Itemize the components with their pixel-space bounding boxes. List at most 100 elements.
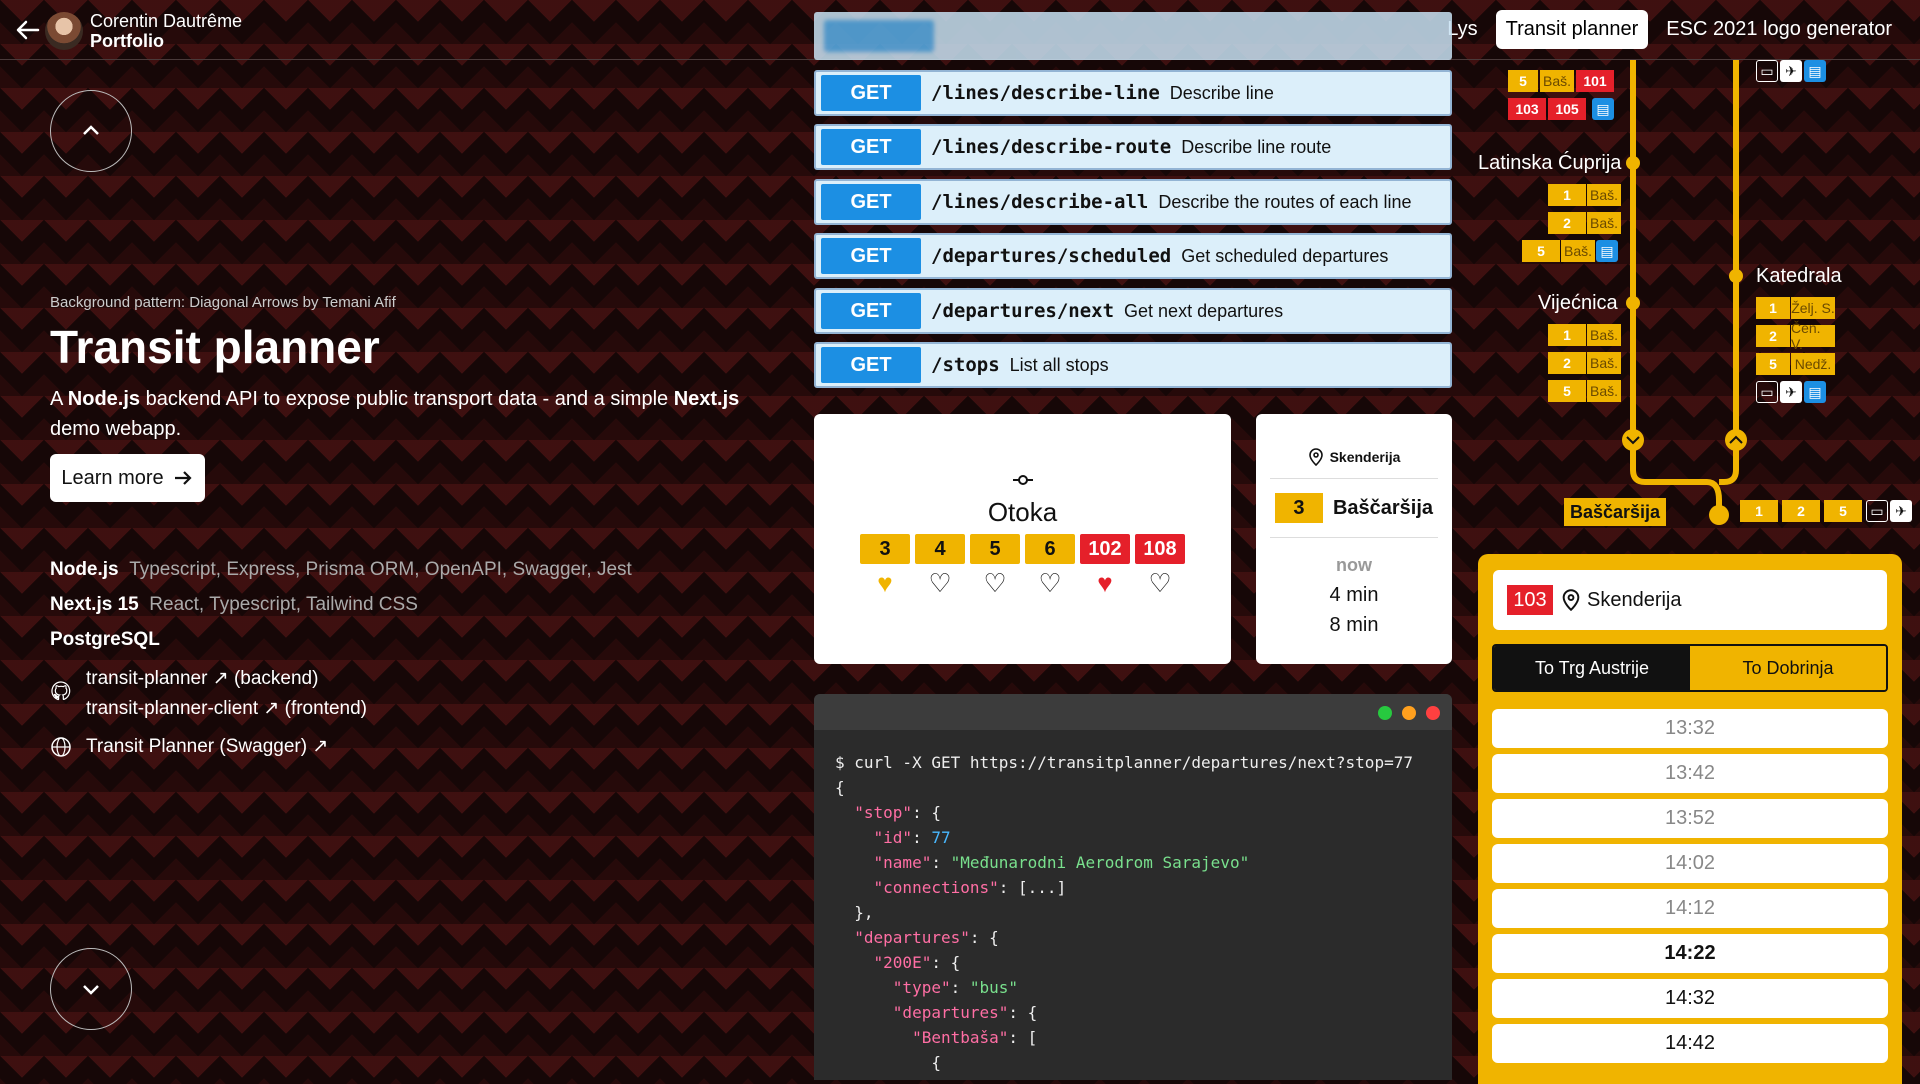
timetable-row[interactable]: 13:42	[1492, 754, 1888, 793]
swagger-row: Transit Planner (Swagger) ↗	[50, 732, 367, 762]
json-dest-key: "Bentbaša"	[912, 1028, 1009, 1047]
map-line-badge[interactable]: 5	[1548, 380, 1586, 402]
line-badge[interactable]: 6	[1025, 534, 1075, 564]
avatar[interactable]	[45, 12, 83, 50]
tab-to-trg-austrije[interactable]: To Trg Austrije	[1494, 646, 1690, 690]
line-badge[interactable]: 4	[915, 534, 965, 564]
scroll-up-button[interactable]	[50, 90, 132, 172]
timetable-row[interactable]: 14:02	[1492, 844, 1888, 883]
tram-icon: ▤	[1592, 98, 1614, 120]
map-line-badge[interactable]: 1	[1548, 324, 1586, 346]
map-line-dest: Čen. V.	[1791, 320, 1835, 352]
api-endpoint[interactable]: GET/lines/describe-route Describe line ro…	[814, 124, 1452, 170]
chevron-down-icon	[83, 985, 99, 995]
departure-time: 4 min	[1329, 584, 1379, 606]
heart-outline-icon[interactable]: ♡	[1025, 568, 1075, 599]
airplane-icon: ✈	[1780, 60, 1802, 82]
map-line-badge[interactable]: 5	[1508, 70, 1538, 92]
timetable-row[interactable]: 14:42	[1492, 1024, 1888, 1063]
desc-node: Node.js	[67, 388, 141, 410]
api-endpoint[interactable]: GET/stops List all stops	[814, 342, 1452, 388]
api-endpoint[interactable]: GET/departures/scheduled Get scheduled de…	[814, 233, 1452, 279]
repo-frontend-link[interactable]: transit-planner-client	[86, 698, 258, 719]
json-line-key: "200E"	[873, 953, 932, 972]
map-line-badge[interactable]: 105	[1548, 98, 1586, 120]
window-red-dot[interactable]	[1426, 706, 1440, 720]
api-endpoint[interactable]: GET/lines/describe-all Describe the route…	[814, 179, 1452, 225]
airplane-icon: ✈	[1780, 381, 1802, 403]
timetable-row[interactable]: 13:52	[1492, 799, 1888, 838]
nav-transit-planner[interactable]: Transit planner	[1495, 10, 1649, 49]
map-line-badge[interactable]: 2	[1782, 500, 1820, 522]
stop-name: Otoka	[987, 497, 1058, 527]
tab-to-dobrinja[interactable]: To Dobrinja	[1690, 646, 1886, 690]
heart-filled-icon[interactable]: ♥	[1080, 568, 1130, 599]
map-line-dest: Baš.	[1587, 352, 1621, 374]
tram-icon: ▤	[1804, 60, 1826, 82]
desc-part: demo webapp.	[50, 418, 182, 440]
window-yellow-dot[interactable]	[1402, 706, 1416, 720]
swagger-link[interactable]: Transit Planner (Swagger)	[86, 736, 307, 757]
next-departure-card[interactable]: Skenderija 3 Baščaršija now 4 min 8 min	[1256, 414, 1452, 664]
favorite-row: ♥ ♡ ♡ ♡ ♥ ♡	[814, 568, 1231, 599]
timetable-row[interactable]: 14:32	[1492, 979, 1888, 1018]
background-credit-link[interactable]: Diagonal Arrows by Temani Afif	[189, 294, 396, 311]
endpoint-path: /departures/next	[931, 300, 1115, 322]
map-line-badge[interactable]: 2	[1756, 325, 1790, 347]
map-line-badge[interactable]: 5	[1824, 500, 1862, 522]
line-badge[interactable]: 3	[860, 534, 910, 564]
heart-filled-icon[interactable]: ♥	[860, 568, 910, 599]
departure-destination: Baščaršija	[1332, 496, 1434, 519]
repo-backend-link[interactable]: transit-planner	[86, 668, 207, 689]
scroll-down-button[interactable]	[50, 948, 132, 1030]
timetable-row[interactable]: 14:12	[1492, 889, 1888, 928]
stop-card[interactable]: Otoka 3 4 5 6 102 108 ♥ ♡ ♡ ♡ ♥ ♡	[814, 414, 1231, 664]
map-line-badge[interactable]: 1	[1548, 184, 1586, 206]
location-pin-icon	[1308, 448, 1323, 466]
back-arrow-icon[interactable]	[12, 14, 44, 46]
endpoint-path: /lines/describe-route	[931, 136, 1172, 158]
repo-backend-note: (backend)	[233, 668, 319, 689]
map-stop-vijecnica[interactable]: Vijećnica	[1538, 292, 1618, 315]
heart-outline-icon[interactable]: ♡	[970, 568, 1020, 599]
map-line-badge[interactable]: 101	[1576, 70, 1614, 92]
heart-outline-icon[interactable]: ♡	[915, 568, 965, 599]
window-green-dot[interactable]	[1378, 706, 1392, 720]
map-line-badge[interactable]: 103	[1508, 98, 1546, 120]
departure-times: now 4 min 8 min	[1256, 550, 1452, 640]
project-nav: Lys Transit planner ESC 2021 logo genera…	[1437, 10, 1902, 49]
stop-marker-icon	[1012, 475, 1033, 485]
line-badge: 103	[1507, 585, 1553, 615]
author-block[interactable]: Corentin Dautrême Portfolio	[90, 11, 242, 51]
api-endpoint[interactable]: GET/lines/describe-line Describe line	[814, 70, 1452, 116]
line-badge: 3	[1274, 493, 1323, 523]
map-stop-bascarsija[interactable]: Baščaršija	[1564, 498, 1666, 526]
map-line-badge[interactable]: 2	[1548, 212, 1586, 234]
map-line-badge[interactable]: 1	[1756, 297, 1790, 319]
terminal-command: $ curl -X GET https://transitplanner/dep…	[835, 753, 1413, 772]
map-stop-latinska[interactable]: Latinska Ćuprija	[1478, 152, 1621, 175]
learn-more-label: Learn more	[61, 466, 164, 489]
line-badge[interactable]: 5	[970, 534, 1020, 564]
timetable-row[interactable]: 13:32	[1492, 709, 1888, 748]
line-badge[interactable]: 108	[1135, 534, 1185, 564]
direction-tabs: To Trg Austrije To Dobrinja	[1492, 644, 1888, 692]
timetable-row-current[interactable]: 14:22	[1492, 934, 1888, 973]
page-title: Transit planner	[50, 321, 380, 373]
heart-outline-icon[interactable]: ♡	[1135, 568, 1185, 599]
map-line-badge[interactable]: 2	[1548, 352, 1586, 374]
api-endpoint[interactable]: GET/departures/next Get next departures	[814, 288, 1452, 334]
http-method: GET	[821, 184, 921, 220]
map-line-badge[interactable]: 1	[1740, 500, 1778, 522]
endpoint-desc: Describe the routes of each line	[1158, 191, 1412, 212]
terminal-output: $ curl -X GET https://transitplanner/dep…	[835, 753, 1413, 1072]
repo-frontend-row: transit-planner-client ↗ (frontend)	[86, 694, 367, 724]
learn-more-button[interactable]: Learn more	[50, 454, 205, 502]
json-type: "bus"	[969, 978, 1019, 997]
map-line-badge[interactable]: 5	[1756, 353, 1790, 375]
map-line-badge[interactable]: 5	[1522, 240, 1560, 262]
nav-esc-logo-generator[interactable]: ESC 2021 logo generator	[1656, 10, 1902, 49]
line-badge[interactable]: 102	[1080, 534, 1130, 564]
map-stop-katedrala[interactable]: Katedrala	[1756, 265, 1842, 288]
tech-stack: Node.js Typescript, Express, Prisma ORM,…	[50, 552, 632, 657]
